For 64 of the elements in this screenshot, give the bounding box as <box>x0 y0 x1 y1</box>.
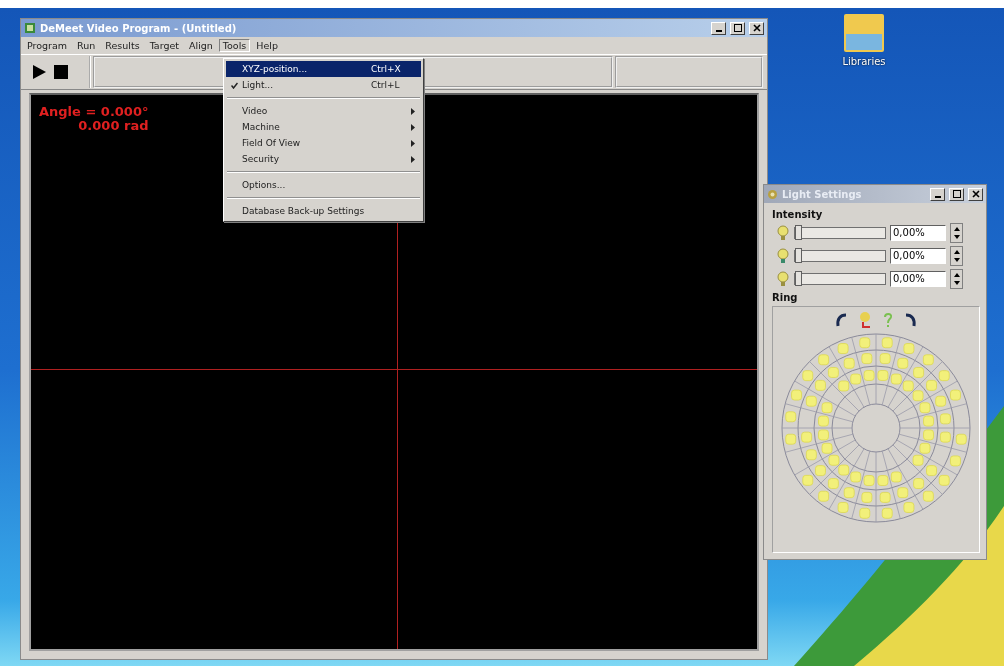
maximize-button[interactable] <box>949 187 964 201</box>
spin-buttons[interactable] <box>950 269 963 289</box>
slider-thumb[interactable] <box>795 271 802 286</box>
window-title: DeMeet Video Program - (Untitled) <box>40 22 237 34</box>
angle-radian-readout: 0.000 rad <box>78 119 149 133</box>
slider-thumb[interactable] <box>795 225 802 240</box>
dropdown-menu-item[interactable]: Database Back-up Settings <box>226 203 421 219</box>
close-button[interactable] <box>968 187 983 201</box>
intensity-slider[interactable] <box>794 250 886 262</box>
angle-readout: Angle = 0.000° <box>39 105 149 119</box>
menu-item-label: Options... <box>242 180 287 190</box>
close-icon <box>971 190 980 198</box>
menu-item[interactable]: Tools <box>218 39 251 52</box>
dropdown-menu-item[interactable]: XYZ-position... Ctrl+X <box>226 61 421 77</box>
desktop-icon-label[interactable]: Libraries <box>842 56 886 67</box>
menu-item-label: Machine <box>242 122 281 132</box>
menu-item-label: Field Of View <box>242 138 302 148</box>
menu-item[interactable]: Align <box>185 39 217 52</box>
spin-buttons[interactable] <box>950 223 963 243</box>
minimize-button[interactable] <box>711 21 726 35</box>
bulb-icon <box>776 271 790 287</box>
intensity-slider[interactable] <box>794 273 886 285</box>
dropdown-menu-item[interactable]: Options... <box>226 177 421 193</box>
dropdown-menu-item[interactable]: Machine <box>226 119 421 135</box>
menu-item[interactable]: Run <box>73 39 100 52</box>
dropdown-menu-item[interactable]: Field Of View <box>226 135 421 151</box>
group-label: Intensity <box>772 209 824 220</box>
close-icon <box>752 24 761 32</box>
menu-item-label: Security <box>242 154 280 164</box>
menu-item[interactable]: Target <box>145 39 183 52</box>
minimize-button[interactable] <box>930 187 945 201</box>
bulb-icon <box>776 225 790 241</box>
intensity-input[interactable]: 0,00% <box>890 225 946 241</box>
dropdown-menu-item[interactable]: Video <box>226 103 421 119</box>
rotate-right-icon[interactable] <box>904 312 918 328</box>
menu-item-label: XYZ-position... <box>242 64 309 74</box>
play-button[interactable] <box>31 64 47 80</box>
intensity-input[interactable]: 0,00% <box>890 248 946 264</box>
menu-item-label: Database Back-up Settings <box>242 206 366 216</box>
rotate-left-icon[interactable] <box>834 312 848 328</box>
intensity-slider[interactable] <box>794 227 886 239</box>
close-button[interactable] <box>749 21 764 35</box>
maximize-button[interactable] <box>730 21 745 35</box>
gear-icon <box>767 188 778 200</box>
intensity-input[interactable]: 0,00% <box>890 271 946 287</box>
menu-item-label: Light... <box>242 80 275 90</box>
app-icon <box>24 22 36 34</box>
dropdown-menu-item[interactable]: Light... Ctrl+L <box>226 77 421 93</box>
maximize-icon <box>733 24 742 32</box>
menu-item[interactable]: Program <box>23 39 72 52</box>
menu-item-label: Video <box>242 106 269 116</box>
window-title: Light Settings <box>782 188 862 200</box>
slider-thumb[interactable] <box>795 248 802 263</box>
group-label: Ring <box>772 292 799 303</box>
stop-button[interactable] <box>53 64 69 80</box>
menu-item[interactable]: Results <box>101 39 144 52</box>
dropdown-menu-item[interactable]: Security <box>226 151 421 167</box>
bulb-icon <box>776 248 790 264</box>
shortcut-label: Ctrl+L <box>371 80 401 90</box>
bulb-icon[interactable] <box>858 311 872 329</box>
spin-buttons[interactable] <box>950 246 963 266</box>
menu-item[interactable]: Help <box>252 39 282 52</box>
shortcut-label: Ctrl+X <box>371 64 402 74</box>
maximize-icon <box>952 190 961 198</box>
